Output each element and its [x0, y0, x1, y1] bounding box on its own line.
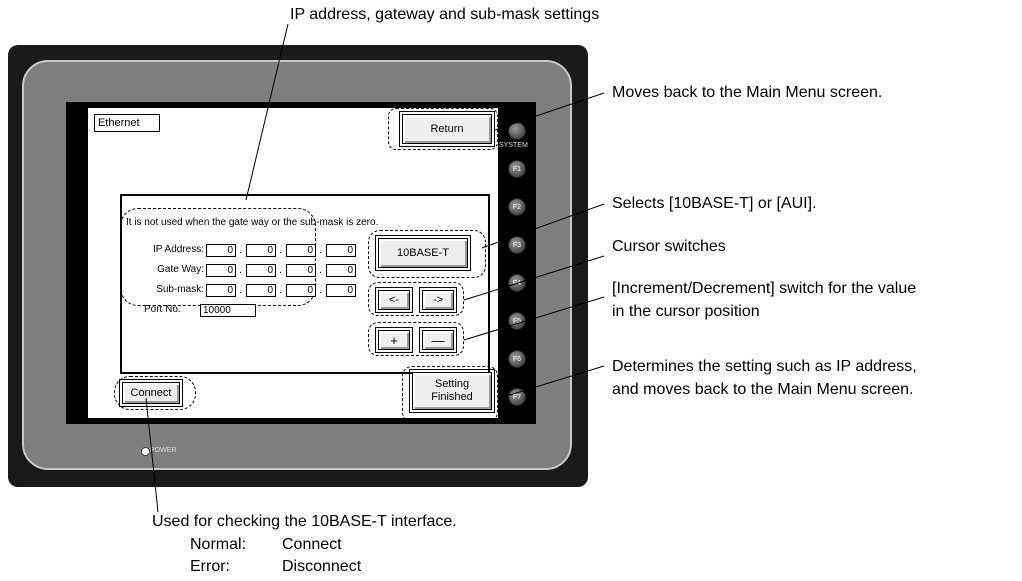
callout-return: Moves back to the Main Menu screen. — [612, 84, 883, 101]
callout-setting-2: and moves back to the Main Menu screen. — [612, 381, 914, 398]
callout-normal-label: Normal: — [190, 536, 247, 553]
callout-cursor: Cursor switches — [612, 238, 726, 255]
callout-error-value: Disconnect — [282, 558, 362, 575]
callout-select: Selects [10BASE-T] or [AUI]. — [612, 195, 817, 212]
callout-error-label: Error: — [190, 558, 230, 575]
leader-ip — [245, 23, 289, 201]
callout-ip-settings: IP address, gateway and sub-mask setting… — [290, 6, 600, 23]
leader-return — [494, 92, 605, 131]
leader-interface — [481, 203, 605, 249]
leader-cursor — [463, 255, 605, 301]
callout-normal-value: Connect — [282, 536, 342, 553]
callout-connect: Used for checking the 10BASE-T interface… — [152, 513, 457, 530]
leader-connect — [145, 397, 159, 513]
callout-incdec-2: in the cursor position — [612, 303, 760, 320]
callout-setting-1: Determines the setting such as IP addres… — [612, 358, 917, 375]
callout-incdec-1: [Increment/Decrement] switch for the val… — [612, 280, 917, 297]
leader-setting — [499, 365, 605, 399]
leader-incdec — [463, 296, 605, 341]
